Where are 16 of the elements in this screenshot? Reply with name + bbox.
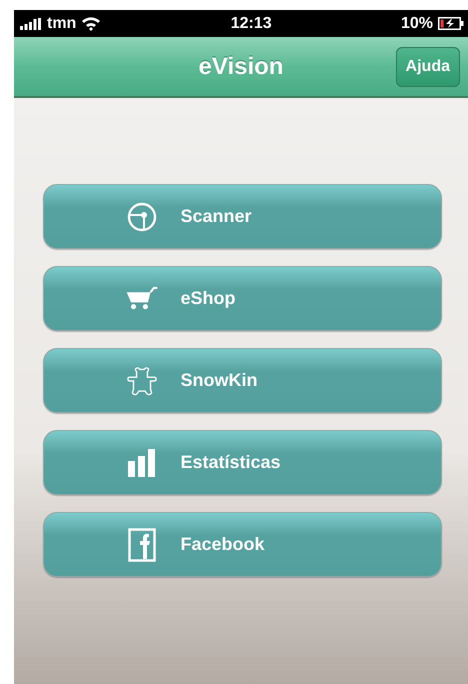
menu-button[interactable]: SnowKin xyxy=(43,348,442,413)
menu-button[interactable]: Facebook xyxy=(43,512,442,577)
battery-charging-icon xyxy=(438,17,464,30)
facebook-icon xyxy=(128,528,156,562)
scanner-icon xyxy=(126,202,156,232)
menu-button[interactable]: Estatísticas xyxy=(43,430,442,495)
clock-time: 12:13 xyxy=(230,14,272,34)
help-button[interactable]: Ajuda xyxy=(396,47,460,87)
battery-percent: 10% xyxy=(400,14,433,34)
screen-title: eVision xyxy=(198,52,284,82)
signal-icon xyxy=(20,18,42,30)
menu-button[interactable]: eShop xyxy=(43,266,442,331)
bar-chart-icon xyxy=(126,448,156,478)
menu-button[interactable]: Scanner xyxy=(43,184,442,249)
wifi-icon xyxy=(81,16,102,31)
carrier-name: tmn xyxy=(47,14,76,34)
